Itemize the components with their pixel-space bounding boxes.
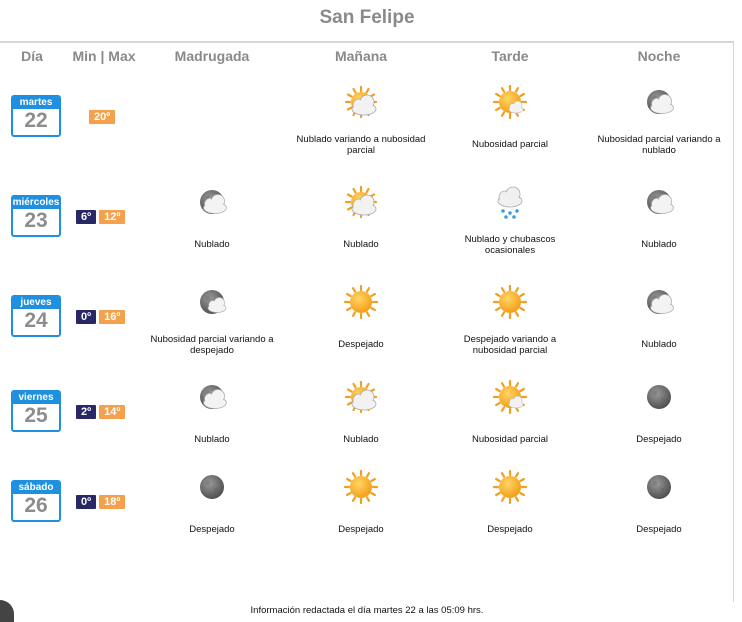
day-calendar-badge: miércoles 23 — [11, 195, 61, 237]
forecast-description: Nublado — [343, 239, 379, 250]
night-cloudy-icon — [193, 183, 231, 221]
header-madrugada: Madrugada — [174, 48, 250, 64]
day-calendar-badge: jueves 24 — [11, 295, 61, 337]
footer-info: Información redactada el día martes 22 a… — [250, 605, 484, 616]
forecast-description: Nublado — [194, 239, 230, 250]
day-calendar-badge: sábado 26 — [11, 480, 61, 522]
forecast-description: Despejado — [636, 434, 682, 445]
day-name: miércoles — [12, 197, 60, 209]
max-temp-badge: 20º — [89, 110, 116, 124]
min-temp-badge: 0º — [76, 310, 97, 324]
forecast-description: Despejado — [636, 524, 682, 535]
temperature-range: 0º 18º — [76, 495, 126, 509]
forecast-description: Nublado — [343, 434, 379, 445]
forecast-description: Nublado — [641, 339, 677, 350]
day-name: viernes — [13, 392, 59, 404]
sun-icon — [342, 468, 380, 506]
partly-cloudy-icon — [342, 83, 380, 121]
night-cloudy-icon — [193, 378, 231, 416]
forecast-description: Nubosidad parcial variando a nublado — [597, 134, 721, 156]
moon-icon — [640, 378, 678, 416]
temperature-range: 0º 16º — [76, 310, 126, 324]
header-manana: Mañana — [334, 48, 388, 64]
temperature-range: 20º — [89, 110, 116, 124]
night-cloudy-icon — [640, 283, 678, 321]
rain-showers-icon — [491, 183, 529, 221]
forecast-description: Nubosidad parcial variando a despejado — [150, 334, 274, 356]
night-cloudy-icon — [640, 83, 678, 121]
forecast-description: Nublado variando a nubosidad parcial — [296, 134, 426, 156]
right-border — [733, 42, 734, 602]
header-min-max: Min | Max — [72, 48, 136, 64]
day-calendar-badge: viernes 25 — [11, 390, 61, 432]
forecast-description: Despejado — [189, 524, 235, 535]
forecast-description: Despejado — [487, 524, 533, 535]
moon-icon — [640, 468, 678, 506]
max-temp-badge: 14º — [99, 405, 126, 419]
day-number: 23 — [24, 209, 48, 232]
day-name: jueves — [13, 297, 59, 309]
partly-sunny-icon — [491, 378, 529, 416]
header-divider — [0, 41, 734, 43]
day-number: 22 — [24, 109, 48, 132]
partly-cloudy-icon — [342, 378, 380, 416]
max-temp-badge: 16º — [99, 310, 126, 324]
night-cloudy-icon — [640, 183, 678, 221]
sun-icon — [342, 283, 380, 321]
day-name: sábado — [13, 482, 59, 494]
night-partly-cloudy-icon — [193, 283, 231, 321]
min-temp-badge: 2º — [76, 405, 97, 419]
temperature-range: 6º 12º — [76, 210, 126, 224]
forecast-description: Nubosidad parcial — [471, 139, 549, 150]
day-number: 24 — [24, 309, 48, 332]
partly-sunny-icon — [491, 83, 529, 121]
forecast-description: Nublado y chubascos ocasionales — [464, 234, 556, 256]
forecast-description: Despejado — [338, 524, 384, 535]
header-dia: Día — [21, 48, 43, 64]
moon-icon — [193, 468, 231, 506]
day-number: 25 — [24, 404, 48, 427]
header-tarde: Tarde — [491, 48, 529, 64]
min-temp-badge: 6º — [76, 210, 97, 224]
forecast-description: Nublado — [641, 239, 677, 250]
forecast-description: Nublado — [194, 434, 230, 445]
window-corner — [0, 600, 14, 622]
max-temp-badge: 12º — [99, 210, 126, 224]
sun-icon — [491, 468, 529, 506]
forecast-description: Nubosidad parcial — [471, 434, 549, 445]
max-temp-badge: 18º — [99, 495, 126, 509]
forecast-description: Despejado variando a nubosidad parcial — [463, 334, 557, 356]
page-title: San Felipe — [319, 7, 415, 28]
temperature-range: 2º 14º — [76, 405, 126, 419]
partly-cloudy-icon — [342, 183, 380, 221]
sun-icon — [491, 283, 529, 321]
min-temp-badge: 0º — [76, 495, 97, 509]
day-calendar-badge: martes 22 — [11, 95, 61, 137]
header-noche: Noche — [637, 48, 681, 64]
day-number: 26 — [24, 494, 48, 517]
day-name: martes — [13, 97, 59, 109]
forecast-description: Despejado — [338, 339, 384, 350]
